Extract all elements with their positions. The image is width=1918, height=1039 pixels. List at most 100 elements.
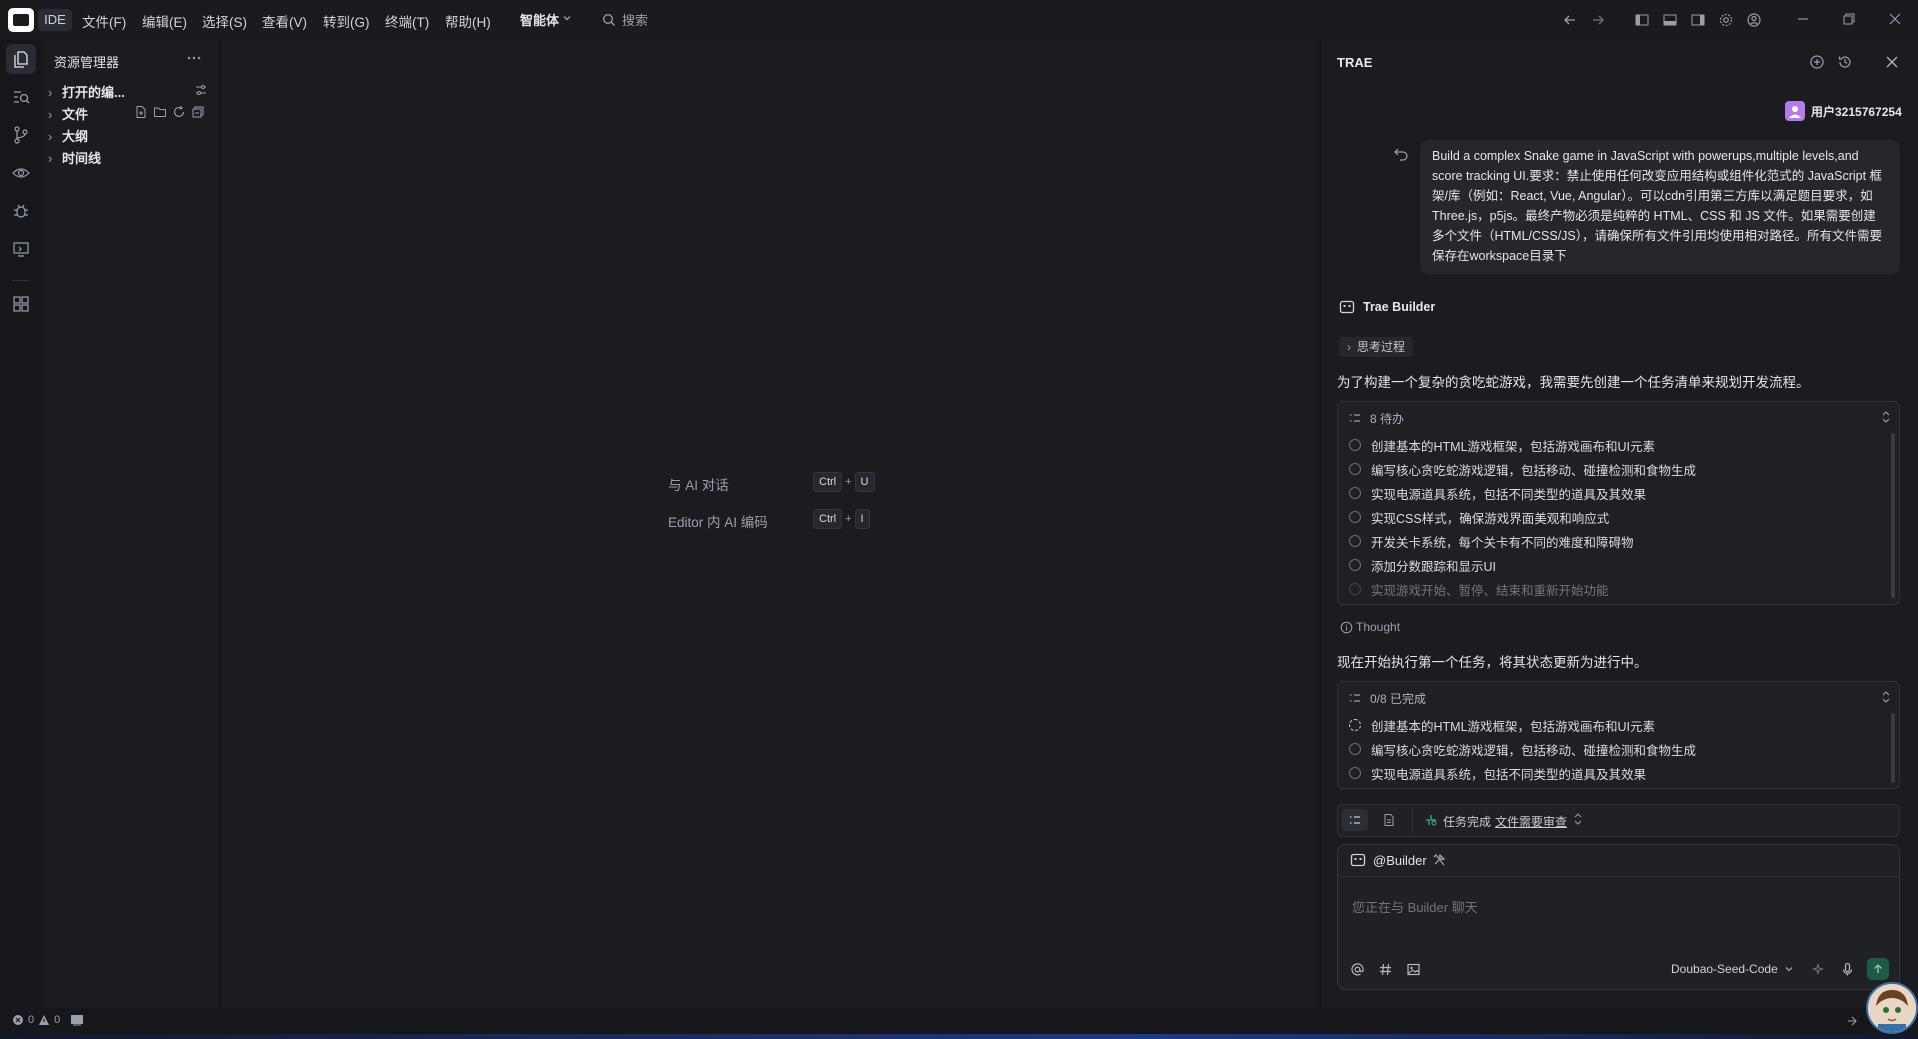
thought-label[interactable]: Thought [1356,620,1400,634]
tree-outline[interactable]: › 大纲 [48,126,88,145]
task-list-icon [1348,691,1362,705]
toggle-panel-icon[interactable] [1662,12,1678,28]
chevron-right-icon: › [48,107,53,122]
menu-selection[interactable]: 选择(S) [202,11,247,31]
hashtag-icon[interactable] [1378,962,1393,977]
chat-input[interactable] [1350,886,1889,928]
task-status-text: 任务完成 [1443,815,1492,829]
sparkle-enhance-icon[interactable] [1811,962,1826,977]
preview-eye-icon[interactable] [10,162,32,184]
assistant-mascot-avatar[interactable] [1866,982,1918,1034]
search-placeholder: 搜索 [622,13,649,28]
todo-item: 实现电源道具系统，包括不同类型的道具及其效果 [1349,484,1646,503]
trae-builder-icon [1339,299,1355,315]
close-window-icon[interactable] [1888,12,1902,26]
microphone-icon[interactable] [1840,962,1855,977]
todo-item: 添加分数跟踪和显示UI [1349,556,1496,575]
task-status-bar [1337,804,1900,837]
model-select[interactable]: Doubao-Seed-Code [1671,962,1794,976]
user-name: 用户3215767254 [1811,105,1902,119]
error-icon [12,1014,24,1026]
collapse-icon[interactable] [1880,410,1892,424]
arrow-up-icon [1874,964,1882,973]
extensions-icon[interactable] [10,293,32,315]
status-sync-icon[interactable] [1846,1015,1858,1027]
explorer-files-icon[interactable] [10,48,32,70]
terminal-status-icon[interactable] [70,1014,84,1026]
menu-view[interactable]: 查看(V) [262,11,307,31]
tree-timeline[interactable]: › 时间线 [48,148,101,167]
chat-title: TRAE [1337,55,1373,70]
collapse-all-icon[interactable] [191,105,205,119]
status-circle-icon [1349,535,1361,547]
nav-back-icon[interactable] [1562,12,1578,28]
builder-agent-icon [1350,852,1366,868]
todo-item: 创建基本的HTML游戏框架，包括游戏画布和UI元素 [1349,436,1655,455]
minimize-icon[interactable] [1796,12,1810,26]
new-chat-icon[interactable] [1809,54,1825,70]
tree-files[interactable]: › 文件 [48,104,88,123]
hint-inline-label: Editor 内 AI 编码 [668,515,768,530]
tree-open-editors[interactable]: › 打开的编... [48,82,125,101]
status-circle-icon [1349,487,1361,499]
tools-wrench-icon[interactable] [1432,853,1446,867]
activity-divider [12,280,30,281]
new-folder-icon[interactable] [153,105,167,119]
document-icon[interactable] [1382,813,1396,827]
menu-terminal[interactable]: 终端(T) [385,11,429,31]
remote-explorer-icon[interactable] [10,238,32,260]
files-review-link[interactable]: 文件需要审查 [1495,813,1567,830]
progress-count: 0/8 已完成 [1370,692,1427,706]
search-box[interactable]: 搜索 [602,10,648,29]
settings-gear-icon[interactable] [1718,12,1734,28]
restore-icon[interactable] [1842,12,1856,26]
chevron-right-icon: › [48,151,53,166]
menu-goto[interactable]: 转到(G) [323,11,370,31]
task-list-toggle-icon[interactable] [1342,809,1368,831]
hint-inline-shortcut: Ctrl + I [813,509,870,529]
nav-forward-icon[interactable] [1590,12,1606,28]
toggle-secondary-sidebar-icon[interactable] [1690,12,1706,28]
explorer-panel [44,40,218,1008]
ide-tag[interactable]: IDE [38,9,72,31]
menu-help[interactable]: 帮助(H) [445,11,491,31]
account-icon[interactable] [1746,12,1762,28]
menu-edit[interactable]: 编辑(E) [142,11,187,31]
progress-item: 编写核心贪吃蛇游戏逻辑，包括移动、碰撞检测和食物生成 [1349,740,1696,759]
source-control-icon[interactable] [10,124,32,146]
menu-file[interactable]: 文件(F) [82,11,126,31]
mention-at-icon[interactable] [1350,962,1365,977]
assistant-text-2: 现在开始执行第一个任务，将其状态更新为进行中。 [1337,655,1648,670]
toggle-sidebar-icon[interactable] [1634,12,1650,28]
activity-bar [0,40,42,1008]
chevron-down-icon[interactable] [562,13,572,23]
search-files-icon[interactable] [10,86,32,108]
progress-scrollbar[interactable] [1891,713,1895,783]
open-editors-toggle-icon[interactable] [194,83,208,97]
editor-area[interactable] [222,40,1316,1008]
problems-indicator[interactable]: 0 0 [12,1014,60,1026]
status-circle-icon [1349,511,1361,523]
image-upload-icon[interactable] [1406,962,1421,977]
os-taskbar-strip [0,1034,1918,1039]
debug-bug-icon[interactable] [10,200,32,222]
status-circle-icon [1349,767,1361,779]
chevron-right-icon: › [48,85,53,100]
status-circle-icon [1349,463,1361,475]
chevron-right-icon: › [1347,340,1351,354]
refresh-icon[interactable] [172,105,186,119]
history-icon[interactable] [1837,54,1853,70]
close-panel-icon[interactable] [1885,55,1899,69]
more-actions-icon[interactable] [186,52,202,64]
undo-icon[interactable] [1393,147,1409,161]
thinking-process-toggle[interactable]: › 思考过程 [1339,337,1414,357]
collapse-icon[interactable] [1880,690,1892,704]
new-file-icon[interactable] [134,105,148,119]
agent-mention-tag[interactable]: @Builder [1373,853,1427,868]
warning-icon [38,1014,50,1026]
info-icon [1340,621,1353,634]
expand-updown-icon[interactable] [1573,812,1583,826]
agent-mode-select[interactable]: 智能体 [520,10,559,29]
send-button[interactable] [1867,958,1889,980]
todo-scrollbar[interactable] [1891,433,1895,598]
